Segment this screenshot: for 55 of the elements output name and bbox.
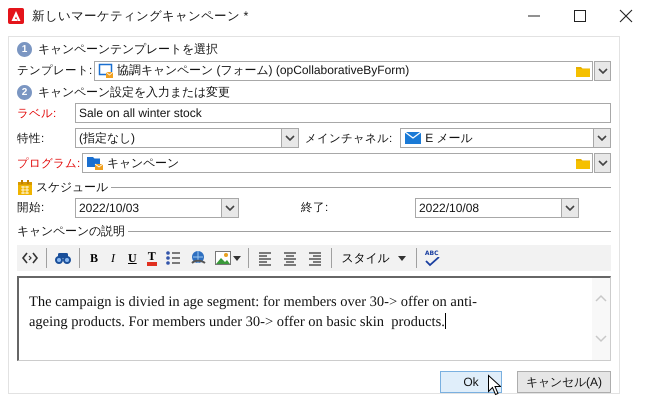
step-number: 2 — [17, 84, 32, 100]
caret-icon — [398, 256, 406, 261]
field-label: ラベル: — [17, 106, 58, 121]
caret-icon — [598, 160, 608, 166]
cancel-button[interactable]: キャンセル(A) — [517, 371, 611, 394]
section-title: スケジュール — [36, 178, 108, 196]
section-title: キャンペーンの説明 — [17, 223, 125, 240]
window-title: 新しいマーケティングキャンペーン * — [32, 8, 250, 24]
caret-icon — [565, 204, 575, 211]
field-label: 開始: — [17, 201, 46, 216]
end-date-field[interactable]: 2022/10/08 — [415, 198, 562, 218]
dropdown-button[interactable] — [594, 153, 611, 174]
channel-select[interactable]: E メール — [400, 128, 594, 148]
envelope-icon — [404, 131, 422, 146]
style-dropdown[interactable]: スタイル — [338, 248, 409, 268]
start-date-field[interactable]: 2022/10/03 — [75, 198, 222, 218]
mouse-pointer-icon — [487, 374, 501, 396]
caret-icon — [598, 68, 608, 74]
caret-icon[interactable] — [232, 256, 241, 261]
folder-mail-icon — [86, 155, 104, 172]
bold-button[interactable]: B — [87, 248, 102, 268]
text-color-button[interactable]: T — [146, 250, 157, 266]
bullet-list-icon[interactable] — [164, 249, 182, 268]
italic-button[interactable]: I — [108, 248, 118, 268]
ok-button[interactable]: Ok — [440, 371, 502, 394]
description-text: The campaign is divied in age segment: for members over 30-> offer on anti-ageing products. For members under 30-> offer on basic skin products. — [29, 292, 478, 332]
field-label: 特性: — [17, 132, 46, 146]
step-title: キャンペーン設定を入力または変更 — [38, 84, 230, 101]
image-icon[interactable] — [214, 249, 232, 268]
template-field[interactable]: 協調キャンペーン (フォーム) (opCollaborativeByForm) — [94, 60, 593, 81]
field-label: 終了: — [301, 200, 330, 216]
dropdown-button[interactable] — [562, 198, 579, 218]
dropdown-button[interactable] — [222, 198, 239, 218]
calendar-icon — [17, 178, 33, 196]
text-cursor — [444, 312, 446, 329]
checkmark-icon — [424, 256, 440, 267]
dropdown-button[interactable] — [282, 128, 299, 148]
caret-icon — [597, 135, 607, 142]
app-logo-icon — [8, 8, 24, 24]
field-label: プログラム: — [17, 156, 82, 171]
campaign-icon — [98, 62, 114, 79]
step-number: 1 — [17, 42, 32, 58]
caret-icon — [225, 204, 235, 211]
field-label: テンプレート: — [17, 63, 94, 78]
dropdown-button[interactable] — [594, 60, 611, 81]
caret-icon — [285, 135, 295, 142]
nature-select[interactable]: (指定なし) — [75, 128, 282, 148]
program-field[interactable]: キャンペーン — [82, 153, 593, 174]
dropdown-button[interactable] — [594, 128, 611, 148]
close-icon[interactable] — [618, 8, 634, 24]
field-label: メインチャネル: — [305, 132, 394, 146]
underline-button[interactable]: U — [125, 248, 140, 268]
label-input[interactable]: Sale on all winter stock — [75, 103, 611, 124]
maximize-icon[interactable] — [572, 8, 588, 24]
step-title: キャンペーンテンプレートを選択 — [38, 41, 218, 58]
